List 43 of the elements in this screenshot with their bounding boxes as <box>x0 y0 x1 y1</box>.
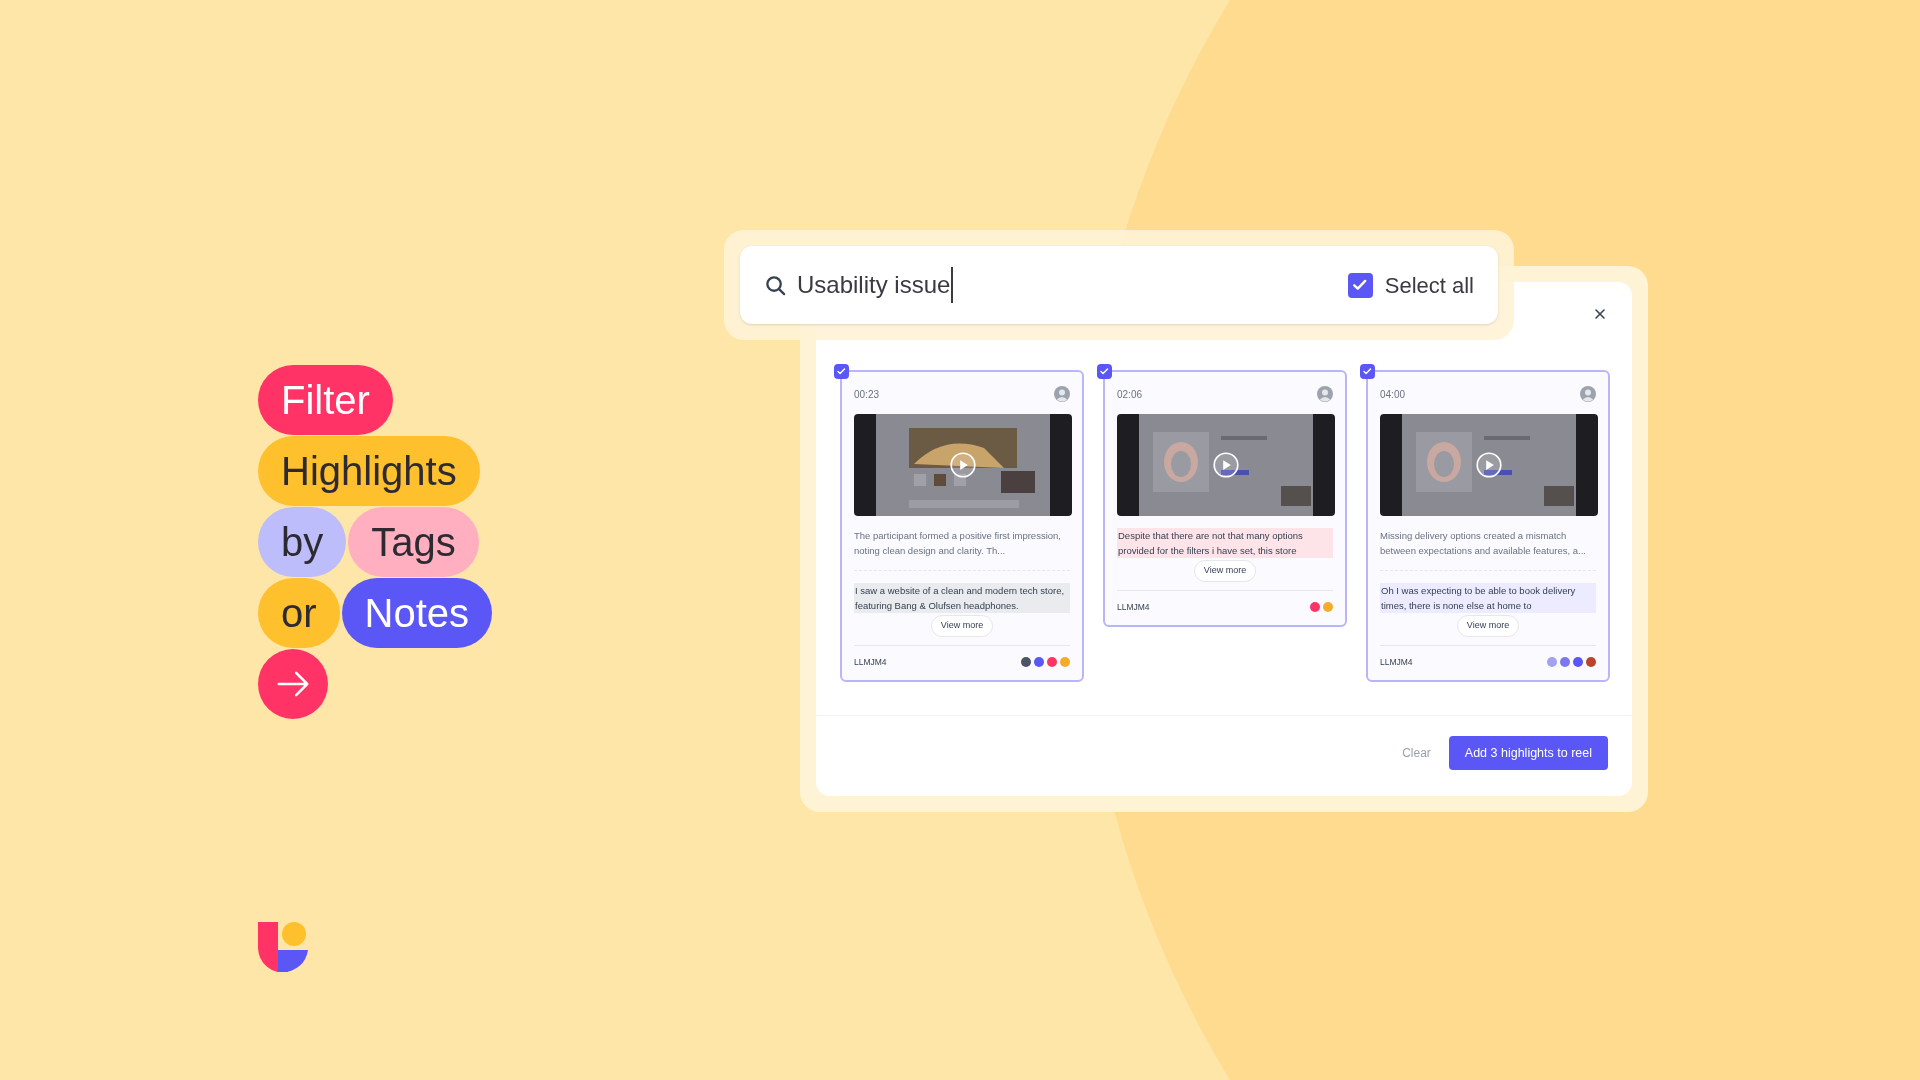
timestamp: 02:06 <box>1117 387 1143 402</box>
headline-word: or <box>258 578 340 648</box>
logo-icon <box>258 922 308 972</box>
checkmark-icon <box>1362 366 1373 377</box>
view-more-button[interactable]: View more <box>930 615 994 637</box>
headline-word: Highlights <box>258 436 480 506</box>
headline-word: by <box>258 507 347 577</box>
search-text[interactable]: Usability issue <box>797 267 954 303</box>
headline-word: Tags <box>348 507 479 577</box>
note-text: Missing delivery options created a mismatch between expectations and available features, a... <box>1380 529 1587 558</box>
checkmark-icon <box>836 366 847 377</box>
avatar-icon <box>1054 386 1070 402</box>
highlight-card[interactable]: 04:00 Missing delivery options created a mismatch between expectations and available features, a... Oh I was expecting to be able to book delivery times, there is none else at home to View more LLMJM4 <box>1366 370 1610 683</box>
search-bar[interactable]: Usability issue Select all <box>740 246 1498 324</box>
close-icon[interactable] <box>1594 308 1606 320</box>
checkbox[interactable] <box>1097 364 1112 379</box>
view-more-button[interactable]: View more <box>1193 560 1257 582</box>
quote-text: Despite that there are not that many options provided for the filters i have set, this store <box>1117 528 1333 558</box>
quote-text: Oh I was expecting to be able to book delivery times, there is none else at home to <box>1380 583 1596 613</box>
checkbox[interactable] <box>834 364 849 379</box>
search-icon <box>764 273 787 297</box>
timestamp: 00:23 <box>854 387 880 402</box>
headline-word: Filter <box>258 365 393 435</box>
checkbox[interactable] <box>1360 364 1375 379</box>
timestamp: 04:00 <box>1380 387 1406 402</box>
highlight-card[interactable]: 00:23 The participant formed a positive first impression, noting clean design and clarity. Th... I saw a website of a clean and modern tech store, featuring Bang & Olufsen headphones. View more LLMJM4 <box>840 370 1084 683</box>
add-highlights-button[interactable]: Add 3 highlights to reel <box>1448 736 1608 770</box>
play-icon[interactable] <box>1476 452 1502 478</box>
select-all-checkbox[interactable] <box>1347 272 1373 298</box>
quote-text: I saw a website of a clean and modern tech store, featuring Bang & Olufsen headphones. <box>854 583 1070 613</box>
headline-word: Notes <box>341 578 493 648</box>
view-more-button[interactable]: View more <box>1456 615 1520 637</box>
participant-id: LLMJM4 <box>1380 655 1413 669</box>
note-text: The participant formed a positive first impression, noting clean design and clarity. Th... <box>854 529 1062 558</box>
avatar-icon <box>1317 386 1333 402</box>
participant-id: LLMJM4 <box>1117 600 1150 614</box>
highlight-card[interactable]: 02:06 Despite that there are not that many options provided for the filters i have set, this store View more LLMJM4 <box>1103 370 1347 628</box>
select-all-label[interactable]: Select all <box>1384 268 1474 302</box>
play-icon[interactable] <box>1213 452 1239 478</box>
avatar-icon <box>1580 386 1596 402</box>
participant-id: LLMJM4 <box>854 655 887 669</box>
play-icon[interactable] <box>950 452 976 478</box>
checkmark-icon <box>1099 366 1110 377</box>
